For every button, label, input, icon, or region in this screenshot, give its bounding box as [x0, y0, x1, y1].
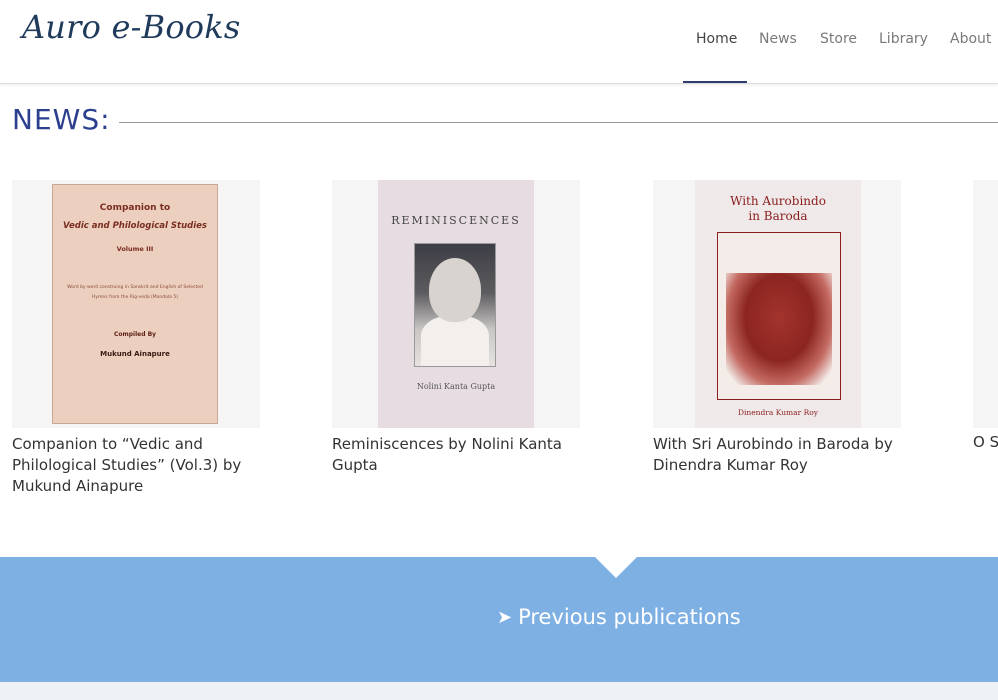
site-logo[interactable]: Auro e-Books [22, 8, 240, 46]
cover-title-line2: Vedic and Philological Studies [63, 221, 207, 231]
cover-author: Nolini Kanta Gupta [416, 382, 496, 391]
site-header: Auro e-Books Home News Store Library Abo… [0, 0, 998, 84]
cover-title-line1: Companion to [99, 203, 171, 213]
portrait-robe [421, 316, 489, 366]
group-photo [726, 273, 832, 385]
portrait-face [429, 258, 481, 322]
card-title-link[interactable]: With Sri Aurobindo in Baroda by Dinendra… [653, 434, 901, 476]
news-card[interactable]: With Aurobindo in Baroda Dinendra Kumar … [653, 180, 901, 476]
book-cover-companion: Companion to Vedic and Philological Stud… [52, 184, 218, 424]
cover-title: With Aurobindo in Baroda [730, 194, 826, 223]
news-card[interactable]: Companion to Vedic and Philological Stud… [12, 180, 260, 497]
cover-title: REMINISCENCES [391, 214, 521, 227]
cover-compiled-by: Compiled By [113, 331, 157, 338]
book-cover-reminiscences: REMINISCENCES Nolini Kanta Gupta [378, 180, 534, 428]
card-title-link[interactable]: O S [973, 433, 998, 451]
news-heading: NEWS: [12, 103, 111, 136]
banner-notch [595, 557, 637, 578]
nav-active-indicator [683, 81, 747, 83]
card-title-link[interactable]: Reminiscences by Nolini Kanta Gupta [332, 434, 580, 476]
arrow-right-icon: ➤ [497, 607, 513, 628]
book-cover-image[interactable]: Companion to Vedic and Philological Stud… [12, 180, 260, 428]
book-cover-baroda: With Aurobindo in Baroda Dinendra Kumar … [695, 180, 861, 428]
heading-divider [119, 122, 998, 123]
nav-home[interactable]: Home [696, 31, 737, 47]
cover-author: Dinendra Kumar Roy [738, 408, 818, 417]
cover-volume: Volume III [116, 245, 154, 253]
card-title-link[interactable]: Companion to “Vedic and Philological Stu… [12, 434, 260, 497]
cover-author: Mukund Ainapure [100, 350, 170, 358]
book-cover-image[interactable] [973, 180, 998, 428]
previous-publications-link[interactable]: ➤ Previous publications [497, 605, 741, 629]
book-cover-image[interactable]: REMINISCENCES Nolini Kanta Gupta [332, 180, 580, 428]
book-cover-image[interactable]: With Aurobindo in Baroda Dinendra Kumar … [653, 180, 901, 428]
nav-store[interactable]: Store [820, 31, 857, 47]
nav-library[interactable]: Library [879, 31, 928, 47]
previous-publications-label: Previous publications [518, 605, 741, 629]
nav-about[interactable]: About [950, 31, 991, 47]
portrait-photo [414, 243, 496, 367]
nav-news[interactable]: News [759, 31, 797, 47]
news-card[interactable]: REMINISCENCES Nolini Kanta Gupta Reminis… [332, 180, 580, 476]
group-photo-frame [717, 232, 841, 400]
footer-strip [0, 682, 998, 700]
cover-subtitle: Word by word construing in Sanskrit and … [67, 285, 203, 300]
